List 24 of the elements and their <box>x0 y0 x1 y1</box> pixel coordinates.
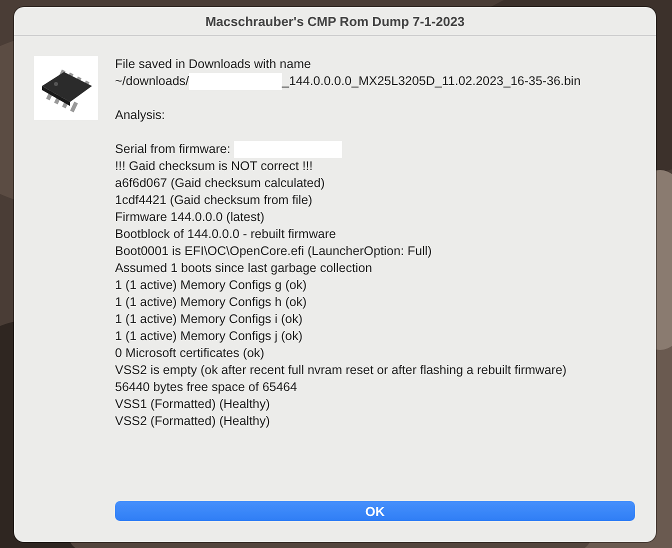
message-text: VSS1 (Formatted) (Healthy) <box>115 396 270 413</box>
ok-button[interactable]: OK <box>115 501 635 521</box>
message-text: !!! Gaid checksum is NOT correct !!! <box>115 158 313 175</box>
message-text: Bootblock of 144.0.0.0 - rebuilt firmware <box>115 226 336 243</box>
message-text: Serial from firmware: <box>115 141 230 158</box>
message-text: 1cdf4421 (Gaid checksum from file) <box>115 192 312 209</box>
message-text: a6f6d067 (Gaid checksum calculated) <box>115 175 325 192</box>
message-text: ~/downloads/ <box>115 73 190 90</box>
message-text: 56440 bytes free space of 65464 <box>115 379 298 396</box>
message-text: Analysis: <box>115 107 166 124</box>
message-text: Boot0001 is EFI\OC\OpenCore.efi (LauncherOption: Full) <box>115 243 432 260</box>
message-text: 0 Microsoft certificates (ok) <box>115 345 264 362</box>
chip-icon <box>34 56 98 120</box>
message-text: Firmware 144.0.0.0 (latest) <box>115 209 264 226</box>
message-text: VSS2 is empty (ok after recent full nvram reset or after flashing a rebuilt firmware) <box>115 362 567 379</box>
window-title: Macschrauber's CMP Rom Dump 7-1-2023 <box>205 14 465 28</box>
message-text: _144.0.0.0.0_MX25L3205D_11.02.2023_16-35-36.bin <box>282 73 581 90</box>
message-text: VSS2 (Formatted) (Healthy) <box>115 413 270 430</box>
message-text: File saved in Downloads with name <box>115 56 311 73</box>
message-text: Assumed 1 boots since last garbage collection <box>115 260 372 277</box>
message-text: 1 (1 active) Memory Configs h (ok) <box>115 294 307 311</box>
message-text: 1 (1 active) Memory Configs i (ok) <box>115 311 303 328</box>
message-text: 1 (1 active) Memory Configs g (ok) <box>115 277 307 294</box>
message-text: 1 (1 active) Memory Configs j (ok) <box>115 328 303 345</box>
